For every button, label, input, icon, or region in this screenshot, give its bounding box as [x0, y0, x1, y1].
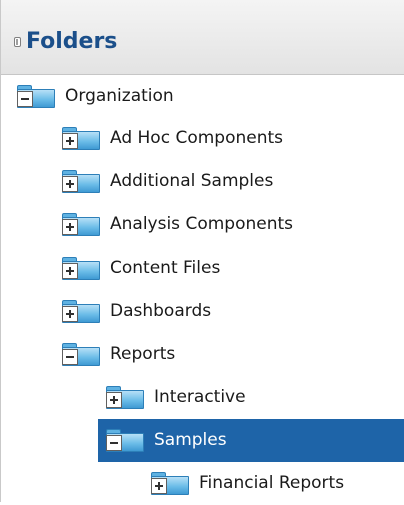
tree-node-label: Interactive — [154, 387, 246, 407]
collapse-minus-icon[interactable] — [106, 435, 122, 451]
tree-node-samples[interactable]: Samples — [98, 419, 404, 462]
tree-node-label: Additional Samples — [110, 171, 274, 191]
folder-icon — [62, 300, 100, 323]
folder-icon — [106, 386, 144, 409]
folders-panel: Folders Organization Ad Hoc Components A… — [0, 0, 404, 502]
tree-node-ad-hoc-components[interactable]: Ad Hoc Components — [62, 117, 404, 160]
tree-node-label: Samples — [154, 430, 227, 450]
folder-icon — [62, 257, 100, 280]
tree-node-financial-reports[interactable]: Financial Reports — [151, 462, 404, 505]
tree-node-reports[interactable]: Reports — [62, 333, 404, 376]
folder-icon — [151, 472, 189, 495]
tree-node-label: Analysis Components — [110, 214, 293, 234]
folder-icon — [62, 213, 100, 236]
expand-plus-icon[interactable] — [62, 306, 78, 322]
tree-node-label: Dashboards — [110, 301, 212, 321]
expand-plus-icon[interactable] — [62, 219, 78, 235]
expand-plus-icon[interactable] — [62, 176, 78, 192]
expand-plus-icon[interactable] — [106, 392, 122, 408]
tree-node-label: Ad Hoc Components — [110, 128, 284, 148]
tree-node-content-files[interactable]: Content Files — [62, 247, 404, 290]
tree-node-interactive[interactable]: Interactive — [106, 376, 404, 419]
expand-plus-icon[interactable] — [62, 263, 78, 279]
collapse-minus-icon[interactable] — [17, 91, 33, 107]
folder-icon — [17, 85, 55, 108]
collapse-minus-icon[interactable] — [62, 349, 78, 365]
tree-node-analysis-components[interactable]: Analysis Components — [62, 203, 404, 246]
folders-header: Folders — [1, 0, 404, 75]
tree-node-label: Content Files — [110, 258, 221, 278]
expand-plus-icon[interactable] — [151, 478, 167, 494]
folder-icon — [62, 170, 100, 193]
expand-plus-icon[interactable] — [62, 133, 78, 149]
tree-node-label: Financial Reports — [199, 473, 345, 493]
panel-title: Folders — [26, 29, 118, 54]
tree-node-additional-samples[interactable]: Additional Samples — [62, 160, 404, 203]
folder-icon — [62, 343, 100, 366]
tree-node-dashboards[interactable]: Dashboards — [62, 290, 404, 333]
tree-node-organization[interactable]: Organization — [17, 75, 404, 118]
folder-icon — [106, 429, 144, 452]
folder-icon — [62, 127, 100, 150]
tree-node-label: Organization — [65, 86, 174, 106]
tree-node-label: Reports — [110, 344, 176, 364]
panel-collapse-icon[interactable] — [14, 37, 21, 47]
